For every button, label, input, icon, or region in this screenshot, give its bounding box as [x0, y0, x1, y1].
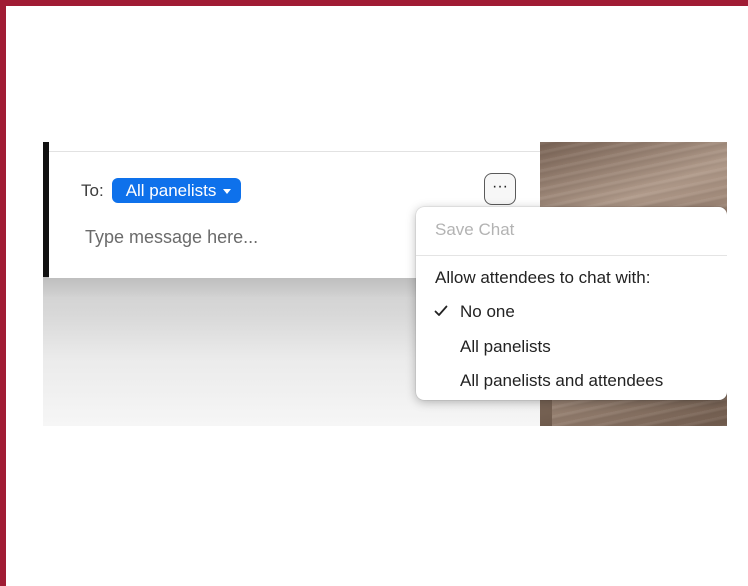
menu-divider [416, 255, 727, 256]
recipient-row: To: All panelists [81, 178, 242, 203]
triangle-down-icon [223, 189, 232, 194]
menu-item-all-panelists[interactable]: All panelists [460, 337, 551, 357]
recipient-label: All panelists [125, 181, 217, 200]
message-input[interactable] [85, 224, 415, 250]
recipient-dropdown[interactable]: All panelists [111, 178, 242, 203]
frame-top-border [0, 0, 748, 6]
frame-left-border [0, 0, 6, 586]
zoom-chat-screenshot: To: All panelists ··· Save Chat Allow at… [43, 142, 727, 426]
more-options-button[interactable]: ··· [484, 173, 516, 205]
checkmark-icon [434, 305, 448, 316]
chat-options-menu: Save Chat Allow attendees to chat with: … [416, 207, 727, 400]
ellipsis-icon: ··· [492, 177, 508, 195]
menu-item-all-panelists-and-attendees[interactable]: All panelists and attendees [460, 371, 663, 391]
menu-item-no-one[interactable]: No one [460, 302, 515, 322]
menu-item-save-chat[interactable]: Save Chat [435, 220, 514, 240]
to-label: To: [81, 180, 104, 200]
menu-section-heading: Allow attendees to chat with: [435, 268, 651, 287]
